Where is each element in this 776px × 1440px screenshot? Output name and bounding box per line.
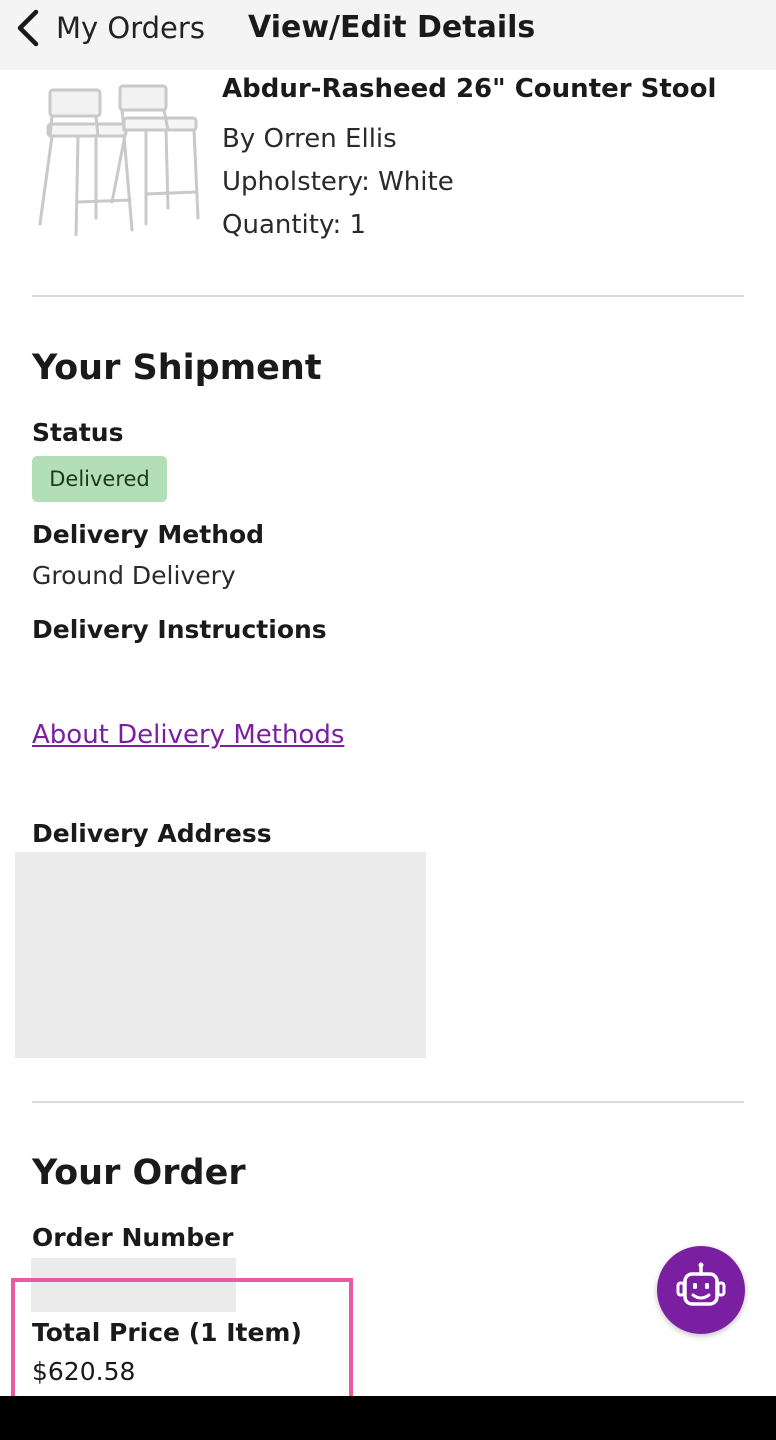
status-label: Status (32, 418, 124, 447)
delivery-instructions-label: Delivery Instructions (32, 615, 327, 644)
product-image[interactable] (34, 84, 204, 236)
product-quantity: Quantity: 1 (222, 210, 367, 240)
section-divider (32, 1101, 744, 1103)
delivery-address-redacted (15, 852, 426, 1058)
top-nav-bar: My Orders View/Edit Details (0, 0, 776, 70)
product-upholstery: Upholstery: White (222, 167, 454, 197)
total-price-label: Total Price (1 Item) (32, 1318, 302, 1347)
delivery-method-label: Delivery Method (32, 520, 265, 549)
product-summary: Abdur-Rasheed 26" Counter Stool By Orren… (0, 70, 776, 296)
order-section-title: Your Order (32, 1153, 246, 1193)
chevron-left-icon (17, 9, 39, 47)
bottom-bar (0, 1396, 776, 1440)
back-button[interactable]: My Orders (14, 8, 205, 48)
product-name[interactable]: Abdur-Rasheed 26" Counter Stool (222, 74, 716, 104)
section-divider (32, 295, 744, 297)
about-delivery-methods-link[interactable]: About Delivery Methods (32, 720, 344, 750)
product-brand: By Orren Ellis (222, 124, 397, 154)
status-badge: Delivered (32, 456, 167, 502)
page-title: View/Edit Details (248, 10, 536, 45)
assistant-button[interactable] (657, 1246, 745, 1334)
robot-icon (676, 1262, 726, 1306)
back-label: My Orders (56, 11, 205, 45)
shipment-section-title: Your Shipment (32, 348, 322, 388)
delivery-method-value: Ground Delivery (32, 561, 236, 590)
total-price-value: $620.58 (32, 1357, 136, 1386)
order-number-label: Order Number (32, 1223, 234, 1252)
delivery-address-label: Delivery Address (32, 819, 272, 848)
